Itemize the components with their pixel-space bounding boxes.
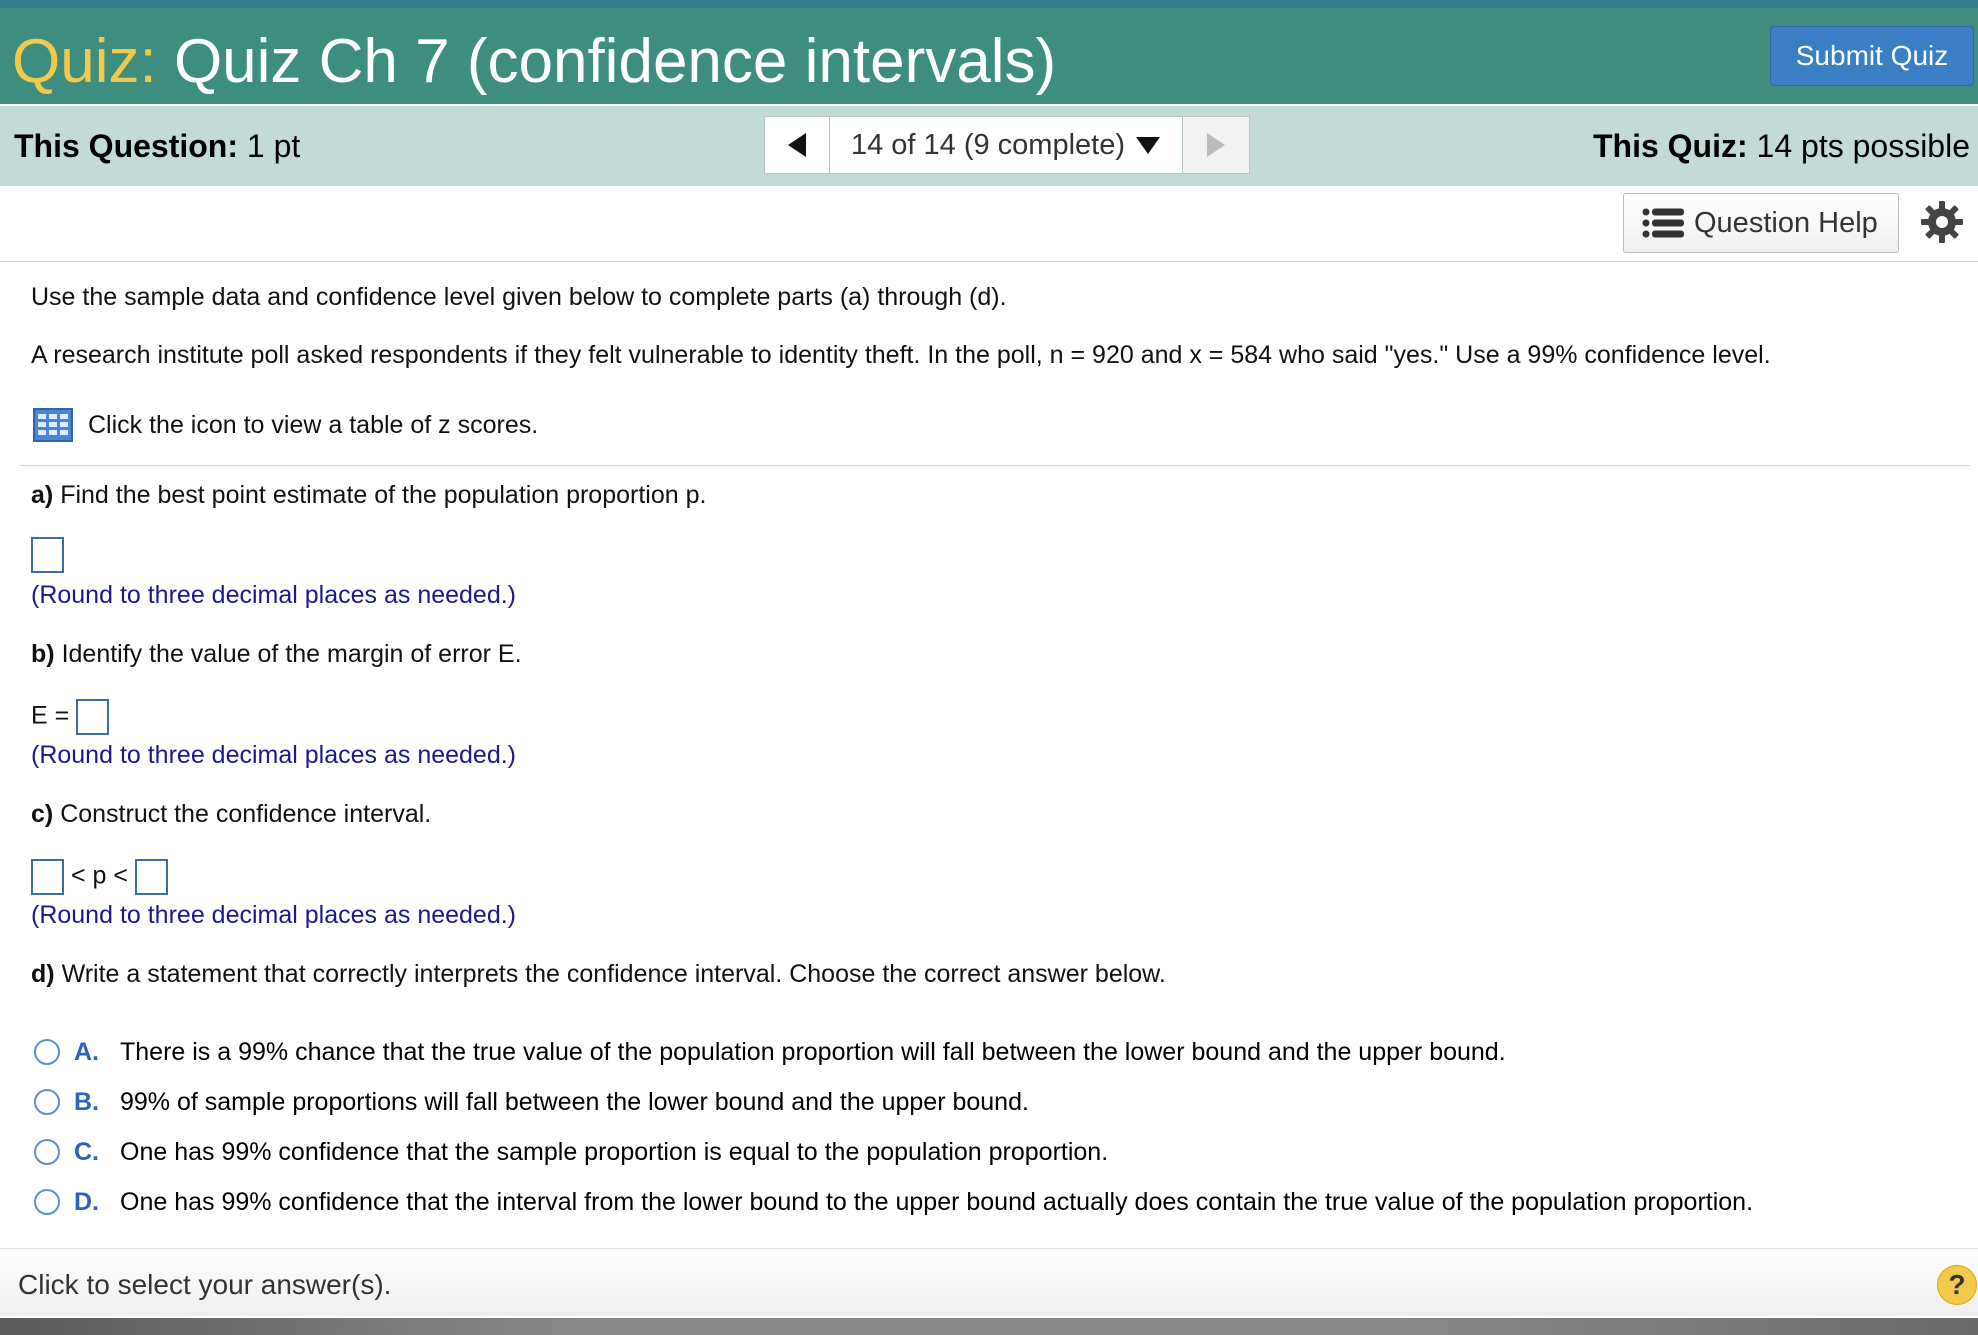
part-c-label: c) (31, 800, 54, 828)
question-navigator: 14 of 14 (9 complete) (764, 116, 1250, 174)
right-arrow-icon (1207, 133, 1225, 157)
quiz-points: This Quiz: 14 pts possible (1593, 126, 1970, 166)
status-footer: Click to select your answer(s). ? (0, 1248, 1978, 1316)
part-a-text: Find the best point estimate of the popu… (60, 481, 707, 509)
question-points-value: 1 pt (246, 128, 301, 164)
option-b-radio[interactable] (34, 1089, 60, 1115)
quiz-points-label: This Quiz: (1592, 128, 1748, 164)
question-points-label: This Question: (14, 128, 238, 164)
option-c-text: One has 99% confidence that the sample p… (120, 1138, 1109, 1166)
help-icon[interactable]: ? (1937, 1265, 1977, 1305)
gear-icon[interactable] (1920, 200, 1964, 244)
instructions-text: Use the sample data and confidence level… (31, 283, 1007, 311)
margin-of-error-label: E = (31, 701, 70, 730)
answer-option-d[interactable]: D. One has 99% confidence that the inter… (34, 1186, 1753, 1218)
question-toolbar: Question Help (0, 186, 1978, 262)
part-b-prompt: b) Identify the value of the margin of e… (31, 638, 522, 670)
question-help-button[interactable]: Question Help (1623, 193, 1899, 253)
title-text: Quiz Ch 7 (confidence intervals) (173, 27, 1057, 96)
option-a-text: There is a 99% chance that the true valu… (120, 1038, 1506, 1066)
option-b-text: 99% of sample proportions will fall betw… (120, 1088, 1029, 1116)
option-c-letter: C. (74, 1138, 99, 1166)
option-a-radio[interactable] (34, 1039, 60, 1065)
next-question-button[interactable] (1182, 116, 1250, 174)
part-c-rounding-hint: (Round to three decimal places as needed… (31, 901, 517, 929)
page-title: Quiz: Quiz Ch 7 (confidence intervals) (12, 22, 1056, 102)
part-a-answer-row (31, 537, 64, 573)
submit-quiz-button[interactable]: Submit Quiz (1770, 26, 1974, 86)
title-prefix: Quiz: (12, 27, 157, 96)
part-c-text: Construct the confidence interval. (60, 800, 432, 828)
margin-of-error-input[interactable] (76, 699, 110, 735)
part-c-answer-row: < p < (31, 859, 168, 895)
problem-statement: A research institute poll asked responde… (31, 341, 1771, 369)
part-b-label: b) (31, 640, 55, 668)
part-a-prompt: a) Find the best point estimate of the p… (31, 479, 706, 511)
interval-inequality-text: < p < (70, 861, 128, 890)
section-divider (20, 465, 1970, 466)
part-b-text: Identify the value of the margin of erro… (61, 640, 522, 668)
question-points: This Question: 1 pt (14, 126, 300, 166)
question-help-label: Question Help (1694, 206, 1878, 239)
option-d-radio[interactable] (34, 1189, 60, 1215)
part-d-prompt: d) Write a statement that correctly inte… (31, 958, 1166, 990)
z-table-link-text[interactable]: Click the icon to view a table of z scor… (88, 409, 538, 441)
part-b-answer-row: E = (31, 699, 110, 735)
answer-option-b[interactable]: B. 99% of sample proportions will fall b… (34, 1086, 1029, 1118)
upper-bound-input[interactable] (134, 859, 168, 895)
option-b-letter: B. (74, 1088, 99, 1116)
left-arrow-icon (788, 133, 806, 157)
dropdown-triangle-icon (1136, 137, 1161, 154)
footer-instruction: Click to select your answer(s). (18, 1269, 392, 1300)
table-icon[interactable] (33, 408, 73, 442)
part-b-rounding-hint: (Round to three decimal places as needed… (31, 741, 517, 769)
quiz-points-value: 14 pts possible (1756, 128, 1970, 164)
previous-question-button[interactable] (764, 116, 830, 174)
lower-bound-input[interactable] (31, 859, 64, 895)
answer-option-c[interactable]: C. One has 99% confidence that the sampl… (34, 1136, 1108, 1168)
point-estimate-input[interactable] (31, 537, 64, 573)
quiz-header: Quiz: Quiz Ch 7 (confidence intervals) S… (0, 8, 1978, 104)
part-a-label: a) (31, 481, 54, 509)
list-icon (1642, 208, 1684, 238)
answer-option-a[interactable]: A. There is a 99% chance that the true v… (34, 1036, 1506, 1068)
option-a-letter: A. (74, 1038, 99, 1066)
window-bottom-bar (0, 1318, 1978, 1335)
part-c-prompt: c) Construct the confidence interval. (31, 798, 431, 830)
part-d-label: d) (31, 960, 55, 988)
option-d-text: One has 99% confidence that the interval… (120, 1188, 1754, 1216)
option-c-radio[interactable] (34, 1139, 60, 1165)
part-a-rounding-hint: (Round to three decimal places as needed… (31, 581, 517, 609)
question-selector-dropdown[interactable]: 14 of 14 (9 complete) (830, 116, 1182, 174)
top-accent-line (0, 0, 1978, 8)
option-d-letter: D. (74, 1188, 99, 1216)
question-status: 14 of 14 (9 complete) (850, 128, 1126, 161)
part-d-text: Write a statement that correctly interpr… (61, 960, 1166, 988)
